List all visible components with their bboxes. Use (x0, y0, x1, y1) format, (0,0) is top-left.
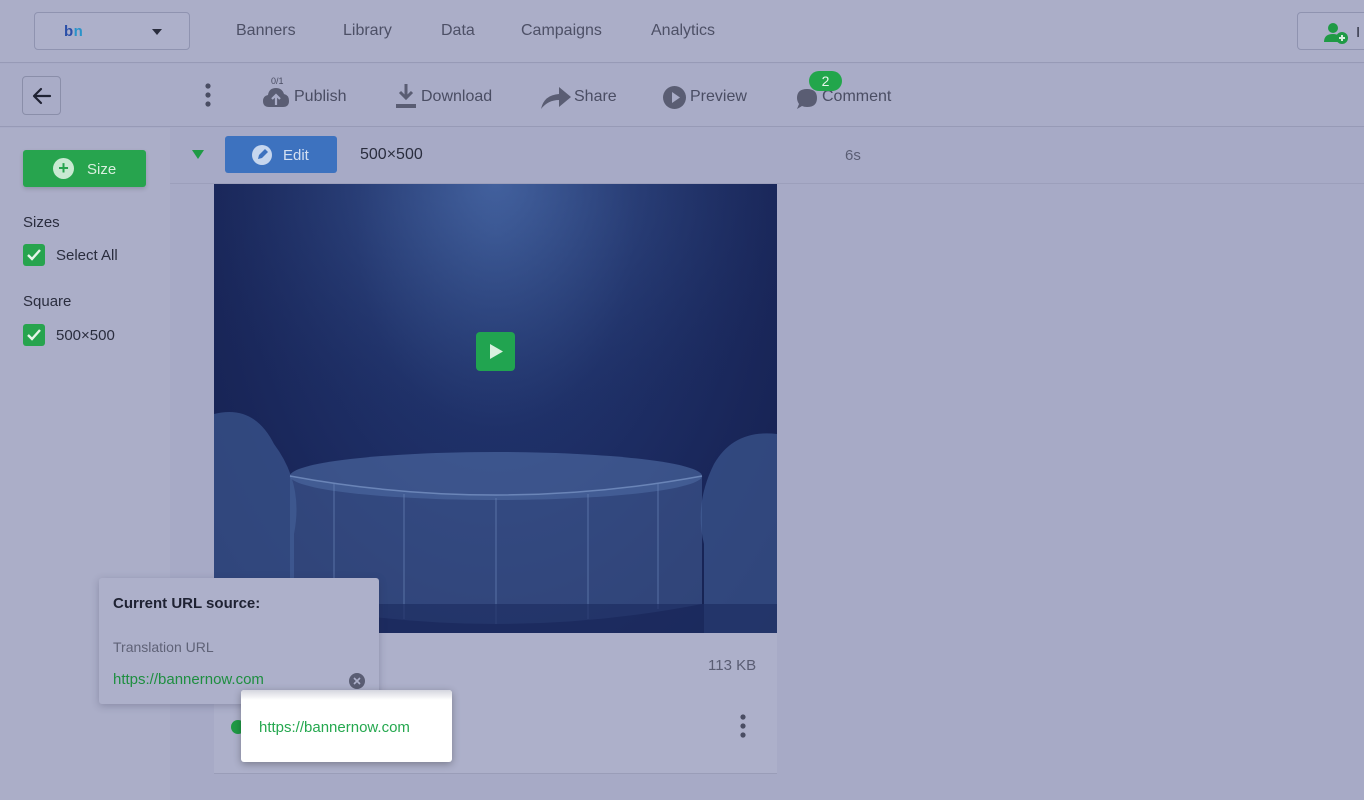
card-more-options-icon[interactable] (740, 714, 746, 738)
play-preview-button[interactable] (476, 332, 515, 371)
play-icon (490, 344, 503, 359)
banner-toolbar: Publish Download Share Preview Comment (0, 64, 1364, 127)
download-icon (396, 84, 416, 108)
pencil-icon (252, 145, 272, 165)
close-icon (353, 677, 361, 685)
back-button[interactable] (22, 76, 61, 115)
nav-data[interactable]: Data (441, 22, 475, 40)
comment-bubble-icon (797, 89, 817, 109)
banner-duration: 6s (845, 147, 861, 164)
download-label: Download (421, 88, 493, 105)
brand-selector[interactable]: bn (34, 12, 190, 50)
chevron-down-icon (152, 29, 162, 35)
arrow-left-icon (32, 87, 52, 105)
cloud-upload-icon (263, 88, 289, 107)
invite-label: I (1356, 24, 1361, 41)
url-highlight-box[interactable]: https://bannernow.com (241, 690, 452, 762)
nav-campaigns[interactable]: Campaigns (521, 22, 602, 40)
nav-library[interactable]: Library (343, 22, 392, 40)
preview-label: Preview (690, 88, 747, 105)
add-user-icon (1324, 23, 1348, 44)
file-size: 113 KB (708, 657, 757, 674)
clear-url-button[interactable] (349, 673, 365, 689)
banner-size-label: 500×500 (360, 146, 423, 163)
add-size-button[interactable]: + Size (23, 150, 146, 187)
comment-count-badge: 2 (809, 71, 842, 91)
size-item-label: 500×500 (56, 327, 115, 344)
invite-user-button[interactable]: I (1297, 12, 1364, 50)
select-all-checkbox[interactable]: Select All (23, 244, 143, 266)
share-label: Share (574, 88, 617, 105)
highlighted-url-link[interactable]: https://bannernow.com (259, 719, 410, 736)
edit-button[interactable]: Edit (225, 136, 337, 173)
size-500x500-checkbox[interactable]: 500×500 (23, 324, 143, 346)
share-button[interactable]: Share (541, 83, 626, 111)
more-options-icon[interactable] (203, 81, 213, 109)
publish-count: 0/1 (271, 76, 284, 86)
preview-button[interactable]: Preview (663, 83, 758, 111)
checkbox-checked[interactable] (23, 244, 45, 266)
highlight-shade (241, 690, 452, 700)
popover-title: Current URL source: (113, 595, 261, 612)
plus-icon: + (53, 158, 74, 179)
brand-logo: bn (64, 23, 84, 40)
translation-url-link[interactable]: https://bannernow.com (113, 671, 264, 688)
top-navigation: bn Banners Library Data Campaigns Analyt… (0, 0, 1364, 63)
collapse-triangle-icon[interactable] (192, 150, 204, 159)
add-size-label: Size (87, 161, 117, 178)
nav-analytics[interactable]: Analytics (651, 22, 715, 40)
url-source-popover: Current URL source: Translation URL http… (99, 578, 379, 704)
checkmark-icon (27, 329, 41, 341)
square-group-heading: Square (23, 293, 72, 310)
checkbox-checked[interactable] (23, 324, 45, 346)
sizes-heading: Sizes (23, 214, 60, 231)
edit-label: Edit (283, 147, 309, 164)
checkmark-icon (27, 249, 41, 261)
download-button[interactable]: Download (395, 83, 505, 111)
share-arrow-icon (541, 87, 571, 109)
play-circle-icon (663, 86, 686, 109)
publish-button[interactable]: Publish (263, 83, 353, 111)
nav-banners[interactable]: Banners (236, 22, 296, 40)
underwater-pedestal-image (214, 184, 777, 633)
banner-preview-image[interactable] (214, 184, 777, 633)
popover-subtitle: Translation URL (113, 639, 214, 655)
select-all-label: Select All (56, 247, 118, 264)
publish-label: Publish (294, 88, 347, 105)
size-row-header: Edit 500×500 6s (170, 128, 1364, 184)
